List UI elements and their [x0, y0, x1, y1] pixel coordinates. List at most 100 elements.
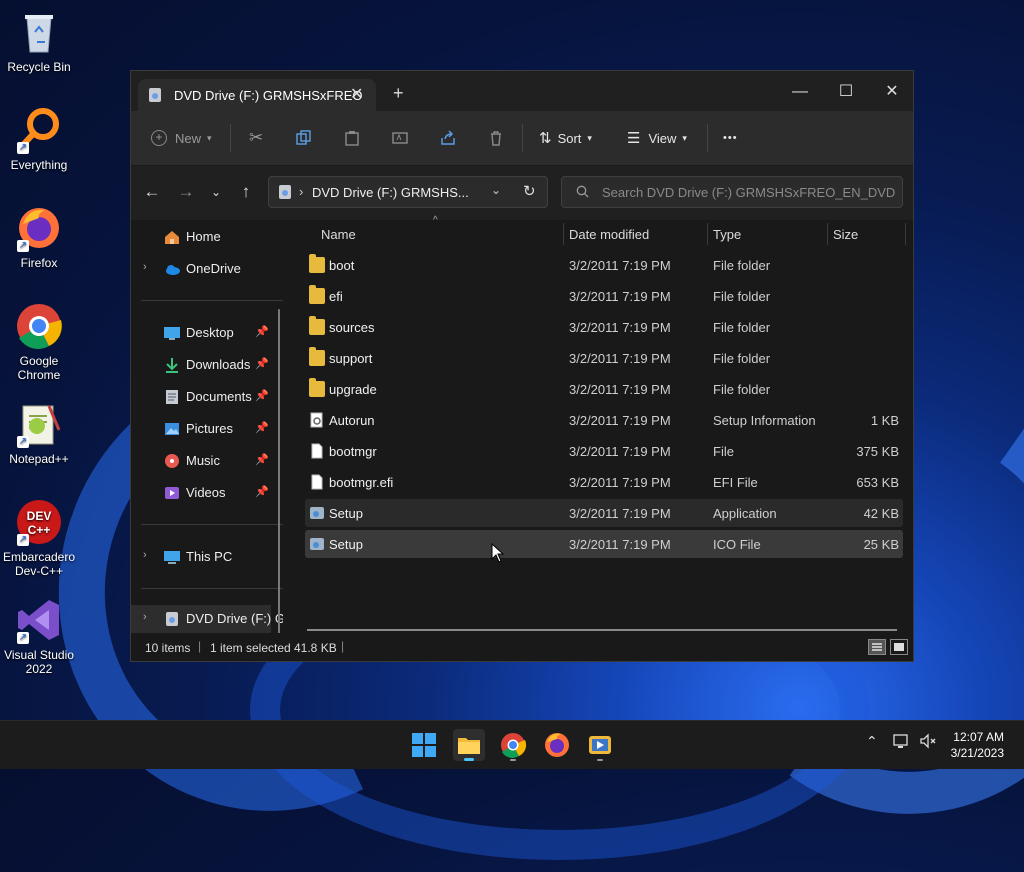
taskbar-media-app[interactable] — [584, 729, 616, 761]
pin-icon[interactable]: 📌 — [255, 389, 269, 402]
file-row[interactable]: support 3/2/2011 7:19 PM File folder — [305, 344, 903, 372]
file-row[interactable]: boot 3/2/2011 7:19 PM File folder — [305, 251, 903, 279]
recent-chevron-icon[interactable]: ⌄ — [204, 180, 228, 204]
desktop-icon-visual-studio[interactable]: ↗ Visual Studio 2022 — [0, 596, 78, 676]
maximize-button[interactable]: ☐ — [823, 77, 869, 107]
more-options-button[interactable]: ••• — [723, 111, 738, 165]
column-header-type[interactable]: Type — [713, 227, 741, 253]
desktop-icon-devcpp[interactable]: DEV C++ ↗ Embarcadero Dev-C++ — [0, 498, 78, 578]
chrome-icon — [501, 733, 527, 761]
sort-button-label: Sort — [557, 130, 582, 146]
nav-item-home[interactable]: Home — [131, 223, 277, 251]
pin-icon[interactable]: 📌 — [255, 485, 269, 498]
taskbar-chrome[interactable] — [497, 729, 529, 761]
view-button[interactable]: ☰ View ▾ — [627, 111, 687, 165]
notepadpp-icon: ↗ — [15, 400, 63, 448]
desktop-icon-firefox[interactable]: ↗ Firefox — [0, 204, 78, 270]
column-divider[interactable] — [563, 223, 564, 245]
column-divider[interactable] — [707, 223, 708, 245]
file-row[interactable]: Setup 3/2/2011 7:19 PM ICO File 25 KB — [305, 530, 903, 558]
forward-arrow-icon[interactable]: → — [174, 180, 198, 204]
address-row: ← → ⌄ ↑ › DVD Drive (F:) GRMSHS... ⌄ ↻ S… — [131, 166, 913, 220]
nav-item-dvd-drive[interactable]: › DVD Drive (F:) G — [131, 605, 283, 633]
recycle-bin-icon — [15, 8, 63, 56]
file-explorer-icon — [458, 738, 480, 761]
copy-icon[interactable] — [296, 111, 312, 165]
folder-icon — [309, 347, 325, 366]
nav-item-downloads[interactable]: Downloads 📌 — [131, 351, 277, 379]
back-arrow-icon[interactable]: ← — [140, 180, 164, 204]
file-row[interactable]: Autorun 3/2/2011 7:19 PM Setup Informati… — [305, 406, 903, 434]
horizontal-scrollbar[interactable] — [307, 629, 897, 631]
nav-item-desktop[interactable]: Desktop 📌 — [131, 319, 277, 347]
pin-icon[interactable]: 📌 — [255, 357, 269, 370]
file-row[interactable]: Setup 3/2/2011 7:19 PM Application 42 KB — [305, 499, 903, 527]
pin-icon[interactable]: 📌 — [255, 325, 269, 338]
expand-chevron-icon[interactable]: › — [143, 611, 147, 623]
tiles-view-button[interactable] — [890, 639, 908, 655]
desktop-icon-recycle-bin[interactable]: Recycle Bin — [0, 8, 78, 74]
system-clock[interactable]: 12:07 AM 3/21/2023 — [951, 729, 1004, 761]
close-button[interactable]: ✕ — [869, 77, 915, 107]
nav-item-videos[interactable]: Videos 📌 — [131, 479, 277, 507]
address-bar[interactable]: › DVD Drive (F:) GRMSHS... ⌄ ↻ — [268, 176, 548, 208]
share-icon[interactable] — [440, 111, 456, 165]
documents-icon — [164, 389, 180, 405]
column-header-date[interactable]: Date modified — [569, 227, 649, 253]
taskbar-firefox[interactable] — [541, 729, 573, 761]
nav-scrollbar[interactable] — [278, 309, 280, 633]
chrome-icon — [15, 302, 63, 350]
file-row[interactable]: upgrade 3/2/2011 7:19 PM File folder — [305, 375, 903, 403]
minimize-button[interactable]: — — [777, 77, 823, 107]
navigation-pane: Home › OneDrive Desktop 📌 Downloads 📌 Do… — [131, 221, 283, 633]
refresh-icon[interactable]: ↻ — [523, 182, 536, 200]
show-hidden-icons-chevron[interactable]: ⌃ — [866, 733, 878, 750]
toolbar-divider — [707, 124, 708, 152]
file-row[interactable]: efi 3/2/2011 7:19 PM File folder — [305, 282, 903, 310]
new-button[interactable]: + New ▾ — [151, 111, 212, 165]
desktop-icon-label: Everything — [10, 158, 68, 172]
column-header-size[interactable]: Size — [833, 227, 858, 253]
file-row[interactable]: sources 3/2/2011 7:19 PM File folder — [305, 313, 903, 341]
expand-chevron-icon[interactable]: › — [143, 261, 147, 273]
desktop-icon-everything[interactable]: ↗ Everything — [0, 106, 78, 172]
up-arrow-icon[interactable]: ↑ — [234, 180, 258, 204]
search-input[interactable]: Search DVD Drive (F:) GRMSHSxFREO_EN_DVD — [561, 176, 903, 208]
onedrive-cloud-icon — [164, 261, 180, 277]
column-divider[interactable] — [905, 223, 906, 245]
tab-dvd-drive[interactable]: DVD Drive (F:) GRMSHSxFREO ✕ — [138, 79, 376, 111]
nav-item-documents[interactable]: Documents 📌 — [131, 383, 277, 411]
nav-item-this-pc[interactable]: › This PC — [131, 543, 277, 571]
nav-item-music[interactable]: Music 📌 — [131, 447, 277, 475]
column-divider[interactable] — [827, 223, 828, 245]
new-tab-button[interactable]: + — [393, 83, 404, 104]
tab-close-icon[interactable]: ✕ — [350, 84, 363, 104]
chevron-down-icon[interactable]: ⌄ — [491, 183, 501, 197]
nav-item-onedrive[interactable]: › OneDrive — [131, 255, 277, 283]
pin-icon[interactable]: 📌 — [255, 453, 269, 466]
folder-icon — [309, 378, 325, 397]
file-icon — [309, 443, 325, 459]
desktop-icon-chrome[interactable]: Google Chrome — [0, 302, 78, 382]
network-icon[interactable] — [893, 733, 911, 752]
cut-icon[interactable]: ✂ — [249, 111, 263, 165]
nav-item-pictures[interactable]: Pictures 📌 — [131, 415, 277, 443]
view-button-label: View — [648, 130, 677, 146]
expand-chevron-icon[interactable]: › — [143, 549, 147, 561]
dvd-drive-icon — [148, 87, 162, 103]
sort-button[interactable]: ⇅ Sort ▾ — [539, 111, 592, 165]
firefox-icon — [545, 733, 569, 757]
paste-icon[interactable] — [344, 111, 360, 165]
pin-icon[interactable]: 📌 — [255, 421, 269, 434]
delete-icon[interactable] — [488, 111, 504, 165]
desktop-icon-notepadpp[interactable]: ↗ Notepad++ — [0, 400, 78, 466]
status-divider: | — [198, 639, 202, 653]
file-row[interactable]: bootmgr 3/2/2011 7:19 PM File 375 KB — [305, 437, 903, 465]
column-header-name[interactable]: Name — [321, 227, 356, 253]
taskbar-file-explorer[interactable] — [453, 729, 485, 761]
file-row[interactable]: bootmgr.efi 3/2/2011 7:19 PM EFI File 65… — [305, 468, 903, 496]
start-button[interactable] — [408, 729, 440, 761]
rename-icon[interactable] — [392, 111, 408, 165]
details-view-button[interactable] — [868, 639, 886, 655]
volume-muted-icon[interactable] — [919, 733, 937, 752]
